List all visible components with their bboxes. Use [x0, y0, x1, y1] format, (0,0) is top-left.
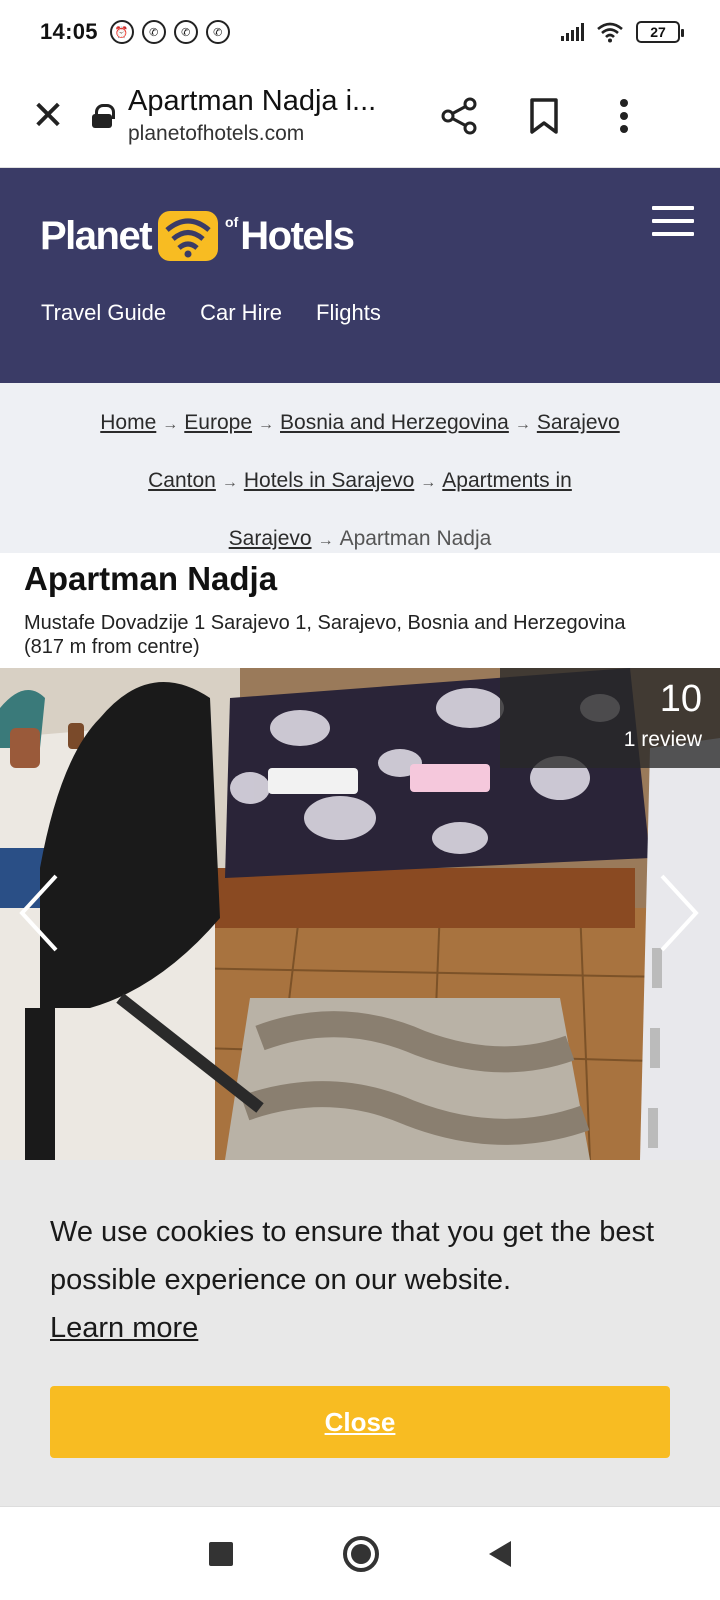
browser-toolbar: ✕ Apartman Nadja i... planetofhotels.com — [0, 64, 720, 168]
logo-text-of: of — [225, 214, 239, 230]
site-header: Planet of Hotels Travel Guide Car Hire F… — [0, 168, 720, 383]
chevron-right-icon[interactable] — [654, 868, 704, 958]
status-bar: 14:05 ⏰ ✆ ✆ ✆ 27 — [0, 0, 720, 64]
site-nav: Travel Guide Car Hire Flights — [41, 300, 381, 326]
breadcrumb-separator: → — [514, 416, 531, 433]
rating-badge[interactable]: 10 1 review — [500, 668, 720, 768]
breadcrumb-bosnia[interactable]: Bosnia and Herzegovina — [280, 411, 509, 434]
url-block[interactable]: Apartman Nadja i... planetofhotels.com — [128, 85, 410, 146]
viber-icon: ✆ — [141, 20, 166, 44]
site-logo[interactable]: Planet of Hotels — [40, 208, 355, 264]
home-icon[interactable] — [343, 1535, 379, 1572]
breadcrumb-home[interactable]: Home — [100, 411, 156, 434]
hotel-name: Apartman Nadja — [24, 560, 278, 597]
breadcrumb: Home → Europe → Bosnia and Herzegovina → Saraj… — [0, 383, 720, 553]
breadcrumb-hotels-sarajevo[interactable]: Hotels in Sarajevo — [244, 469, 414, 492]
breadcrumb-separator: → — [258, 416, 275, 433]
share-icon[interactable] — [430, 86, 490, 146]
recents-icon[interactable] — [209, 1541, 233, 1566]
cookie-close-button[interactable]: Close — [50, 1386, 670, 1458]
hotel-address: Mustafe Dovadzije 1 Sarajevo 1, Sarajevo… — [24, 611, 664, 659]
page-title: Apartman Nadja i... — [128, 85, 377, 117]
hotel-distance: (817 m from centre) — [24, 636, 200, 658]
viber-icon: ✆ — [173, 20, 198, 44]
hotel-photo[interactable]: 10 1 review — [0, 668, 720, 1160]
cookie-banner: We use cookies to ensure that you get th… — [0, 1160, 720, 1506]
system-icons: 27 — [561, 21, 684, 43]
breadcrumb-europe[interactable]: Europe — [184, 411, 252, 434]
breadcrumb-separator: → — [317, 532, 334, 549]
cookie-message: We use cookies to ensure that you get th… — [50, 1216, 655, 1296]
learn-more-link[interactable]: Learn more — [50, 1312, 198, 1344]
hotel-address-text: Mustafe Dovadzije 1 Sarajevo 1, Sarajevo… — [24, 612, 626, 634]
breadcrumb-separator: → — [162, 416, 179, 433]
lock-icon[interactable] — [92, 103, 115, 128]
battery-icon: 27 — [636, 21, 684, 43]
notification-icons: ⏰ ✆ ✆ ✆ — [109, 20, 230, 44]
status-time: 14:05 — [40, 19, 98, 44]
breadcrumb-separator: → — [221, 474, 238, 491]
wifi-icon — [597, 22, 623, 43]
review-count: 1 review — [623, 728, 702, 751]
menu-icon[interactable] — [652, 206, 696, 236]
alarm-icon: ⏰ — [109, 20, 134, 44]
logo-text-hotels: Hotels — [240, 213, 355, 258]
nav-flights[interactable]: Flights — [316, 300, 381, 326]
nav-car-hire[interactable]: Car Hire — [200, 300, 282, 326]
breadcrumb-separator: → — [420, 474, 437, 491]
breadcrumb-current: Apartman Nadja — [339, 527, 492, 550]
close-icon[interactable]: ✕ — [18, 86, 78, 146]
system-nav-bar — [0, 1506, 720, 1600]
more-vert-icon[interactable] — [594, 86, 654, 146]
logo-icon — [158, 211, 219, 261]
chevron-left-icon[interactable] — [14, 868, 64, 958]
back-icon[interactable] — [489, 1540, 511, 1567]
signal-icon — [561, 23, 584, 41]
rating-score: 10 — [659, 678, 702, 720]
logo-text-planet: Planet — [40, 213, 153, 258]
viber-icon: ✆ — [205, 20, 230, 44]
page-domain: planetofhotels.com — [128, 122, 305, 145]
nav-travel-guide[interactable]: Travel Guide — [41, 300, 166, 326]
cookie-message-block: We use cookies to ensure that you get th… — [50, 1208, 670, 1352]
bookmark-icon[interactable] — [514, 86, 574, 146]
